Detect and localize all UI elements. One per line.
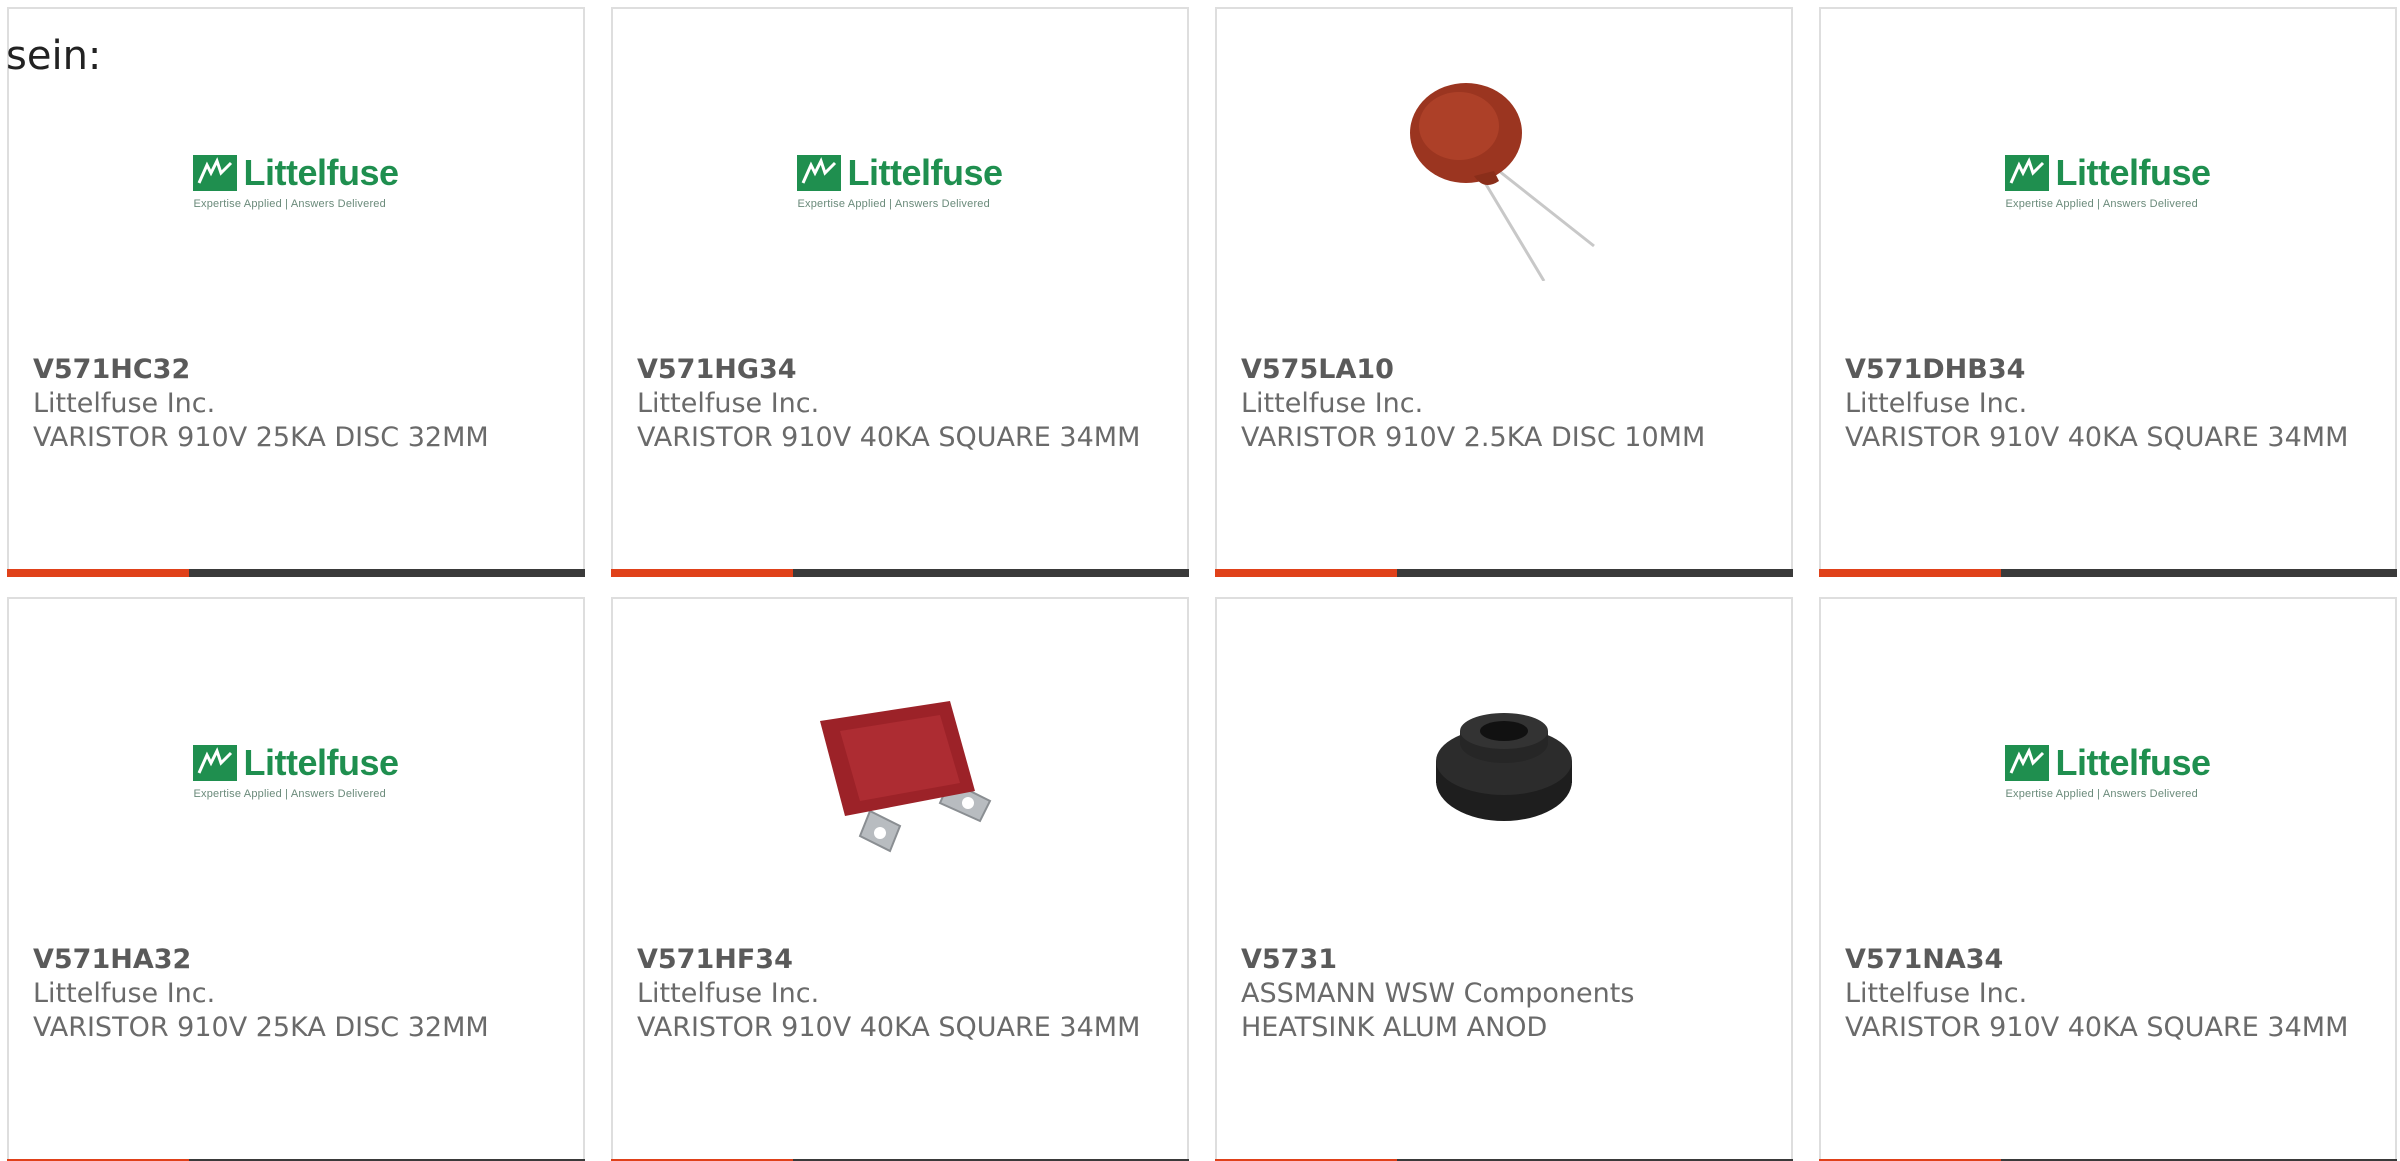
part-number-link[interactable]: V571HF34 <box>637 943 1167 977</box>
card-bottom-bar <box>1819 569 2397 577</box>
product-card[interactable]: V575LA10 Littelfuse Inc. VARISTOR 910V 2… <box>1215 7 1793 577</box>
part-number-link[interactable]: V571HC32 <box>33 353 563 387</box>
product-thumbnail <box>1217 661 1791 881</box>
product-thumbnail <box>613 661 1187 881</box>
description: VARISTOR 910V 40KA SQUARE 34MM <box>1845 422 2349 453</box>
manufacturer: Littelfuse Inc. <box>33 388 216 419</box>
littelfuse-mark-icon <box>2005 155 2050 191</box>
heatsink-photo-icon <box>1404 671 1604 871</box>
manufacturer: Littelfuse Inc. <box>1845 978 2028 1009</box>
product-thumbnail: Littelfuse Expertise Applied | Answers D… <box>613 71 1187 291</box>
description: VARISTOR 910V 40KA SQUARE 34MM <box>1845 1012 2349 1043</box>
product-card[interactable]: Littelfuse Expertise Applied | Answers D… <box>611 7 1189 577</box>
product-card[interactable]: Littelfuse Expertise Applied | Answers D… <box>1819 597 2397 1161</box>
product-thumbnail <box>1217 71 1791 291</box>
part-number-link[interactable]: V571HA32 <box>33 943 563 977</box>
littelfuse-logo: Littelfuse Expertise Applied | Answers D… <box>2005 152 2211 210</box>
product-card[interactable]: Littelfuse Expertise Applied | Answers D… <box>1819 7 2397 577</box>
product-thumbnail: Littelfuse Expertise Applied | Answers D… <box>1821 661 2395 881</box>
product-thumbnail: Littelfuse Expertise Applied | Answers D… <box>9 661 583 881</box>
card-bottom-bar <box>611 569 1189 577</box>
card-bottom-bar <box>1215 569 1793 577</box>
description: VARISTOR 910V 25KA DISC 32MM <box>33 1012 489 1043</box>
manufacturer: Littelfuse Inc. <box>1845 388 2028 419</box>
disc-varistor-photo-icon <box>1404 81 1604 281</box>
part-number-link[interactable]: V575LA10 <box>1241 353 1771 387</box>
littelfuse-logo: Littelfuse Expertise Applied | Answers D… <box>2005 742 2211 800</box>
description: VARISTOR 910V 40KA SQUARE 34MM <box>637 1012 1141 1043</box>
product-thumbnail: Littelfuse Expertise Applied | Answers D… <box>1821 71 2395 291</box>
manufacturer: Littelfuse Inc. <box>1241 388 1424 419</box>
product-card[interactable]: Littelfuse Expertise Applied | Answers D… <box>7 7 585 577</box>
part-number-link[interactable]: V571HG34 <box>637 353 1167 387</box>
manufacturer: ASSMANN WSW Components <box>1241 978 1635 1009</box>
littelfuse-logo: Littelfuse Expertise Applied | Answers D… <box>797 152 1003 210</box>
littelfuse-mark-icon <box>797 155 842 191</box>
description: VARISTOR 910V 40KA SQUARE 34MM <box>637 422 1141 453</box>
description: HEATSINK ALUM ANOD <box>1241 1012 1548 1043</box>
littelfuse-mark-icon <box>2005 745 2050 781</box>
littelfuse-mark-icon <box>193 745 238 781</box>
part-number-link[interactable]: V571DHB34 <box>1845 353 2375 387</box>
intro-text: sein: <box>6 33 102 79</box>
product-thumbnail: Littelfuse Expertise Applied | Answers D… <box>9 71 583 291</box>
product-card[interactable]: V571HF34 Littelfuse Inc. VARISTOR 910V 4… <box>611 597 1189 1161</box>
part-number-link[interactable]: V571NA34 <box>1845 943 2375 977</box>
littelfuse-mark-icon <box>193 155 238 191</box>
square-varistor-photo-icon <box>800 671 1000 871</box>
description: VARISTOR 910V 2.5KA DISC 10MM <box>1241 422 1706 453</box>
manufacturer: Littelfuse Inc. <box>637 388 820 419</box>
littelfuse-logo: Littelfuse Expertise Applied | Answers D… <box>193 742 399 800</box>
card-bottom-bar <box>7 569 585 577</box>
product-card[interactable]: V5731 ASSMANN WSW Components HEATSINK AL… <box>1215 597 1793 1161</box>
page: sein: Littelfuse Expertise Applied | Ans… <box>0 0 2400 1161</box>
part-number-link[interactable]: V5731 <box>1241 943 1771 977</box>
manufacturer: Littelfuse Inc. <box>33 978 216 1009</box>
manufacturer: Littelfuse Inc. <box>637 978 820 1009</box>
product-card[interactable]: Littelfuse Expertise Applied | Answers D… <box>7 597 585 1161</box>
littelfuse-logo: Littelfuse Expertise Applied | Answers D… <box>193 152 399 210</box>
description: VARISTOR 910V 25KA DISC 32MM <box>33 422 489 453</box>
